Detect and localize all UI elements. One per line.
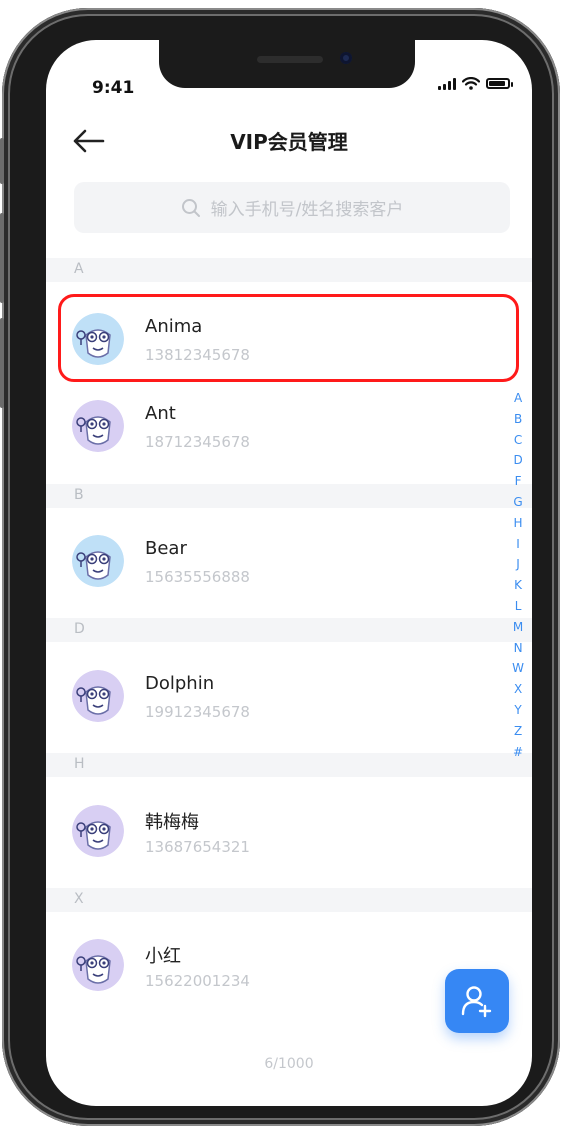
status-time: 9:41 <box>92 78 135 98</box>
screen: 9:41 VIP会员管理 输入手机号/姓名搜索客户 A Anima 138123… <box>46 40 532 1106</box>
contact-item[interactable]: Ant 18712345678 <box>46 383 516 469</box>
add-user-icon <box>461 986 492 1018</box>
contact-phone: 15635556888 <box>145 568 250 586</box>
section-header-b: B <box>46 484 532 508</box>
contact-name: Ant <box>145 403 176 424</box>
cartoon-avatar-icon <box>72 805 124 857</box>
index-letter[interactable]: H <box>514 513 523 534</box>
index-letter[interactable]: W <box>512 658 524 679</box>
index-letter[interactable]: F <box>515 471 522 492</box>
index-letter[interactable]: X <box>514 679 522 700</box>
index-letter[interactable]: Z <box>514 721 522 742</box>
index-letter[interactable]: A <box>514 388 522 409</box>
cartoon-avatar-icon <box>72 535 124 587</box>
index-letter[interactable]: M <box>513 617 523 638</box>
search-icon <box>181 198 200 217</box>
phone-frame: 9:41 VIP会员管理 输入手机号/姓名搜索客户 A Anima 138123… <box>0 8 560 1126</box>
contact-name: 韩梅梅 <box>145 812 199 833</box>
section-header-h: H <box>46 753 532 777</box>
notch <box>159 40 415 88</box>
selection-highlight <box>58 294 519 382</box>
wifi-icon <box>462 77 480 90</box>
search-placeholder: 输入手机号/姓名搜索客户 <box>210 200 404 220</box>
section-letter: A <box>74 261 84 277</box>
contact-name: 小红 <box>145 946 181 967</box>
cartoon-avatar-icon <box>72 939 124 991</box>
contact-item[interactable]: 韩梅梅 13687654321 <box>46 788 516 874</box>
contact-item[interactable]: Dolphin 19912345678 <box>46 653 516 739</box>
section-letter: D <box>74 621 85 637</box>
index-letter[interactable]: # <box>513 742 523 763</box>
page-title: VIP会员管理 <box>230 130 348 154</box>
section-letter: H <box>74 756 85 772</box>
index-letter[interactable]: Y <box>514 700 521 721</box>
section-header-d: D <box>46 618 532 642</box>
signal-icon <box>438 77 456 90</box>
section-letter: B <box>74 487 84 503</box>
section-header-a: A <box>46 258 532 282</box>
index-letter[interactable]: K <box>514 575 522 596</box>
contact-phone: 15622001234 <box>145 972 250 990</box>
index-letter[interactable]: B <box>514 409 522 430</box>
cartoon-avatar-icon <box>72 670 124 722</box>
status-icons <box>438 77 513 90</box>
index-letter[interactable]: J <box>516 554 520 575</box>
volume-up-button <box>0 213 4 303</box>
contact-phone: 13687654321 <box>145 838 250 856</box>
index-letter[interactable]: C <box>514 430 522 451</box>
search-input[interactable]: 输入手机号/姓名搜索客户 <box>74 182 510 233</box>
speaker <box>257 56 323 63</box>
contact-phone: 18712345678 <box>145 433 250 451</box>
contact-name: Bear <box>145 538 187 559</box>
index-letter[interactable]: I <box>516 534 520 555</box>
contact-item[interactable]: Bear 15635556888 <box>46 518 516 604</box>
camera <box>340 52 352 64</box>
index-letter[interactable]: L <box>515 596 522 617</box>
contact-phone: 19912345678 <box>145 703 250 721</box>
battery-icon <box>486 78 513 89</box>
alphabet-index[interactable]: A B C D F G H I J K L M N W X Y Z # <box>512 388 524 762</box>
cartoon-avatar-icon <box>72 400 124 452</box>
section-header-x: X <box>46 888 532 912</box>
volume-down-button <box>0 318 4 408</box>
page-counter: 6/1000 <box>264 1056 314 1072</box>
index-letter[interactable]: G <box>513 492 522 513</box>
section-letter: X <box>74 891 84 907</box>
add-customer-button[interactable] <box>445 969 509 1033</box>
index-letter[interactable]: D <box>513 450 522 471</box>
index-letter[interactable]: N <box>514 638 523 659</box>
silent-switch <box>0 138 4 184</box>
contact-name: Dolphin <box>145 673 215 694</box>
